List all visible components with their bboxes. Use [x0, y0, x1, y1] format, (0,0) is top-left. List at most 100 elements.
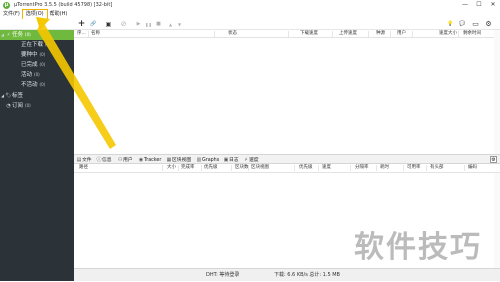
sidebar-item-label: 已完成 [21, 62, 38, 68]
settings-gear-icon[interactable]: ⚙ [490, 156, 497, 163]
sidebar-item-label: 标签 [12, 93, 24, 99]
column-divider [332, 31, 333, 37]
create-torrent-button[interactable]: ▣ [104, 20, 113, 29]
column-divider [178, 165, 179, 171]
sidebar-item-feeds[interactable]: ◔订阅 (0) [0, 101, 74, 111]
column-divider [376, 165, 377, 171]
column-header-priority[interactable]: 优先级 [204, 164, 218, 172]
column-header-ratio[interactable]: 分隔率 [355, 164, 369, 172]
column-divider [318, 165, 319, 171]
column-header-has-header[interactable]: 有头部 [430, 164, 444, 172]
add-url-button[interactable]: 🔗 [89, 20, 98, 29]
dht-status: DHT: 等待登录 [206, 272, 240, 278]
column-header-encoding[interactable]: 编码 [468, 164, 477, 172]
sidebar: ◢ ⚡ 任务 (0) 正在下载 (0) 要种中 (0) 已完成 (0) 活动 (0) 不活动(… [0, 30, 74, 281]
sidebar-item-label: 活动 [21, 72, 33, 78]
column-header-name[interactable]: 名称 [91, 30, 100, 38]
column-divider [390, 31, 391, 37]
lightning-icon: ⚡ [6, 32, 11, 38]
column-divider [201, 165, 202, 171]
column-header-status[interactable]: 状态 [228, 30, 237, 38]
tag-icon: 🏷 [5, 93, 12, 99]
column-header-pieces[interactable]: 区块数 [235, 164, 249, 172]
column-divider [288, 31, 289, 37]
sidebar-item-downloading[interactable]: 正在下载 (0) [0, 40, 74, 50]
transfer-status: 下载: 6.6 KB/s 总计: 1.5 MB [274, 272, 340, 278]
sidebar-item-count: (0) [25, 32, 31, 37]
pause-button[interactable]: ❚❚ [144, 20, 153, 29]
start-button[interactable]: ▶ [134, 20, 143, 29]
close-button[interactable]: ✕ [486, 0, 500, 10]
sidebar-item-label: 不活动 [21, 82, 38, 88]
column-divider [412, 31, 413, 37]
remove-button[interactable]: ⊘ [119, 20, 128, 29]
bulb-icon[interactable]: 💡 [446, 20, 455, 29]
column-header-done[interactable]: 完成率 [181, 164, 195, 172]
column-header-seeds[interactable]: 种源 [376, 30, 385, 38]
menu-options[interactable]: 选项(O) [21, 9, 48, 20]
status-bar: DHT: 等待登录 下载: 6.6 KB/s 总计: 1.5 MB [74, 268, 500, 281]
column-divider [368, 31, 369, 37]
window-controls: — ☐ ✕ [458, 0, 500, 10]
sidebar-item-label: 订阅 [12, 103, 24, 109]
sidebar-item-inactive[interactable]: 不活动 (0) [0, 80, 74, 90]
torrent-list-header: 序... 名称 状态 下载速度 上传速度 种源 用户 速度大小 剩余时间 [74, 30, 500, 38]
column-header-size[interactable]: 速度大小 [439, 30, 457, 38]
maximize-button[interactable]: ☐ [472, 0, 486, 10]
vertical-scrollbar[interactable] [494, 30, 500, 268]
add-torrent-button[interactable]: + [77, 20, 86, 29]
column-header-down-speed[interactable]: 下载速度 [300, 30, 318, 38]
column-divider [458, 31, 459, 37]
sidebar-item-label: 要种中 [21, 52, 38, 58]
chat-icon[interactable]: 💬 [458, 20, 467, 29]
column-header-eta[interactable]: 剩余时间 [463, 30, 481, 38]
column-header-availability[interactable]: 可用率 [407, 164, 421, 172]
column-divider [231, 165, 232, 171]
stop-button[interactable]: ■ [154, 20, 163, 29]
rss-icon: ◔ [6, 103, 11, 109]
column-header-priority-2[interactable]: 优先级 [299, 164, 313, 172]
column-divider [350, 165, 351, 171]
sidebar-item-label: 正在下载 [21, 42, 44, 48]
sidebar-item-completed[interactable]: 已完成 (0) [0, 60, 74, 70]
column-header-number[interactable]: 序... [77, 30, 86, 38]
sidebar-item-labels[interactable]: ◢🏷标签 [0, 91, 74, 101]
sidebar-item-count: (0) [25, 103, 31, 108]
column-divider [88, 31, 89, 37]
column-header-path[interactable]: 路径 [79, 164, 88, 172]
sidebar-item-active[interactable]: 活动 (0) [0, 70, 74, 80]
sidebar-item-count: (0) [34, 72, 40, 77]
sidebar-item-torrents[interactable]: ◢ ⚡ 任务 (0) [0, 30, 74, 40]
column-header-time[interactable]: 耗时 [380, 164, 389, 172]
minimize-button[interactable]: — [458, 0, 472, 10]
remote-icon[interactable]: ▭ [471, 20, 480, 29]
utorrent-logo-icon: µ [3, 1, 10, 9]
sidebar-item-count: (0) [39, 62, 46, 67]
column-divider [464, 165, 465, 171]
detail-tab-bar: ▤文件 ⓘ信息 ⚇用户 ◉Tracker ▦区块视图 ▥Graphs ▣日志 ⚡… [74, 154, 500, 164]
column-divider [403, 165, 404, 171]
menu-help[interactable]: 帮助(H) [47, 10, 71, 19]
sidebar-item-count: (0) [39, 82, 46, 87]
toolbar: + 🔗 ▣ ⊘ ▶ ❚❚ ■ ▲ ▼ 💡 💬 ▭ ⚙ [0, 19, 500, 30]
column-header-peers[interactable]: 用户 [397, 30, 406, 38]
column-header-speed[interactable]: 速度 [322, 164, 331, 172]
menu-file[interactable]: 文件(F) [0, 10, 23, 19]
column-header-size[interactable]: 大小 [167, 164, 176, 172]
title-bar: µ μTorrentPro 3.5.5 (build 45798) [32-bi… [0, 0, 500, 10]
column-divider [248, 165, 249, 171]
sidebar-item-count: (0) [45, 42, 51, 47]
column-header-pieces-view[interactable]: 区块视图 [251, 164, 269, 172]
column-divider [162, 165, 163, 171]
menu-bar: 文件(F) 选项(O) 帮助(H) [0, 9, 500, 20]
move-down-button[interactable]: ▼ [175, 20, 184, 29]
move-up-button[interactable]: ▲ [166, 20, 175, 29]
column-divider [214, 31, 215, 37]
file-list-header: 路径 大小 完成率 优先级 区块数 区块视图 优先级 速度 分隔率 耗时 可用率… [74, 164, 500, 173]
column-header-up-speed[interactable]: 上传速度 [339, 30, 357, 38]
column-divider [294, 165, 295, 171]
preferences-gear-icon[interactable]: ⚙ [484, 20, 493, 29]
watermark: 软件技巧 [354, 230, 482, 265]
sidebar-item-seeding[interactable]: 要种中 (0) [0, 50, 74, 60]
window-title: μTorrentPro 3.5.5 (build 45798) [32-bit] [14, 2, 113, 8]
